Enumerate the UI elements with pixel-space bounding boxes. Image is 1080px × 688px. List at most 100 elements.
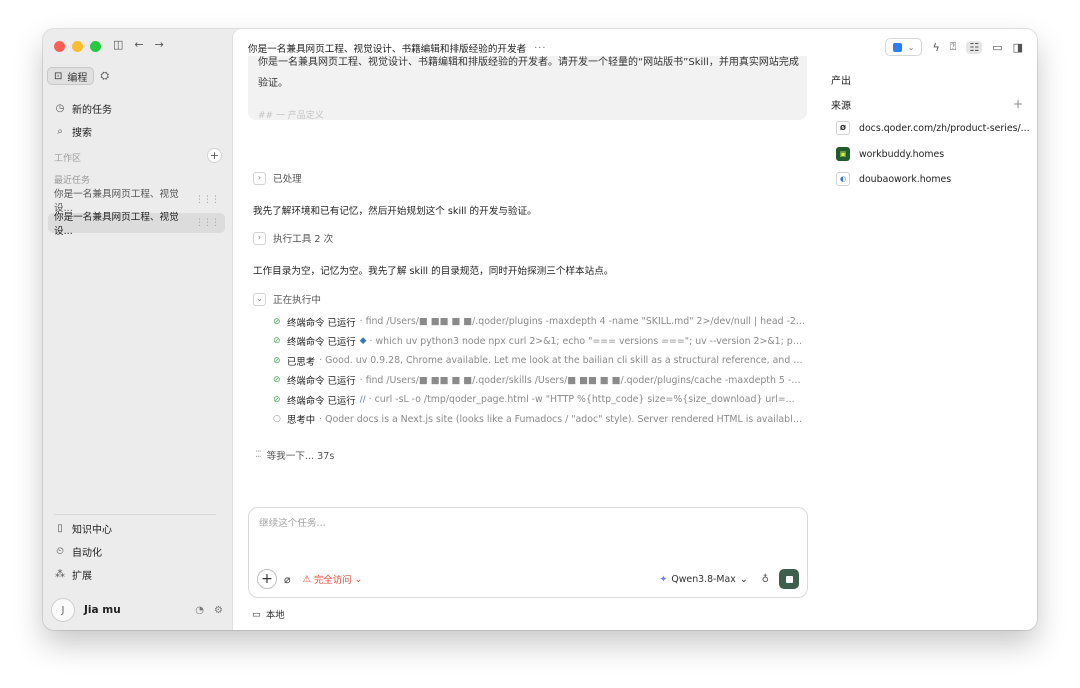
composer-toolbar: + ⌀ ⚠ 完全访问 ⌄ ✦ Qwen3.8-Max ⌄ ♁ (257, 568, 799, 590)
log-row[interactable]: ⊘ 已思考 · Good. uv 0.9.28, Chrome availabl… (273, 351, 805, 371)
settings-icon[interactable]: ⚙ (214, 605, 223, 616)
panel-bottom-icon[interactable]: ▭ (992, 41, 1002, 54)
search-button[interactable]: ⌕ 搜索 (54, 124, 92, 139)
new-task-button[interactable]: ◷ 新的任务 (54, 101, 112, 116)
help-icon[interactable]: ⍰ (950, 40, 957, 54)
running-step[interactable]: ⌄ 正在执行中 (253, 292, 321, 306)
environment-label: 本地 (265, 610, 285, 621)
waiting-indicator: ⁚⁚⁚ 等我一下... 37s (255, 448, 334, 462)
qoder-favicon-icon: Ø (836, 121, 850, 135)
log-row[interactable]: ⊘ 终端命令 已运行 · find /Users/■ ■■ ■ ■/.qoder… (273, 312, 805, 332)
log-row[interactable]: ⊘ 终端命令 已运行 ◆ · which uv python3 node npx… (273, 332, 805, 352)
log-row-label: 已思考 (287, 356, 316, 368)
extensions-icon: ⁂ (55, 569, 65, 580)
stop-button[interactable] (779, 569, 799, 589)
access-mode-label: 完全访问 (314, 575, 352, 586)
check-circle-icon: ⊘ (273, 336, 281, 347)
list-icon[interactable]: ☷ (966, 40, 983, 54)
log-row[interactable]: ⊘ 终端命令 已运行 // · curl -sL -o /tmp/qoder_p… (273, 390, 805, 410)
workspace-section-label: 工作区 (54, 154, 82, 164)
source-item[interactable]: Ø docs.qoder.com/zh/product-series/... (836, 121, 1030, 135)
panel-right-icon[interactable]: ◨ (1013, 41, 1023, 54)
sidebar-toggle-icon[interactable]: ◫ (113, 38, 123, 51)
add-workspace-button[interactable]: + (207, 148, 222, 163)
automation-icon: ⏲ (56, 546, 64, 557)
attach-icon[interactable]: ⌀ (284, 573, 291, 586)
warning-icon: ⚠ (302, 573, 312, 585)
check-circle-icon: ⊘ (273, 316, 281, 327)
chevron-down-icon: ⌄ (354, 573, 363, 585)
model-selector[interactable]: ✦ Qwen3.8-Max ⌄ (660, 574, 748, 585)
forward-arrow-icon[interactable]: → (155, 38, 164, 51)
assistant-message: 工作目录为空，记忆为空。我先了解 skill 的目录规范，同时开始探测三个样本站… (253, 266, 614, 277)
book-icon: ▯ (57, 523, 63, 534)
log-row-command: · curl -sL -o /tmp/qoder_page.html -w "H… (368, 394, 795, 406)
model-label: Qwen3.8-Max (671, 573, 736, 585)
close-window-button[interactable] (54, 41, 65, 52)
assistant-message: 我先了解环境和已有记忆，然后开始规划这个 skill 的开发与验证。 (253, 206, 537, 217)
composer-input[interactable] (259, 518, 659, 529)
user-prompt-bubble: 你是一名兼具网页工程、视觉设计、书籍编辑和排版经验的开发者。请开发一个轻量的“网… (248, 56, 807, 120)
log-row-label: 终端命令 已运行 (287, 376, 356, 388)
chevron-down-icon: ⌄ (253, 292, 266, 306)
add-source-button[interactable]: + (1013, 97, 1023, 111)
drag-handle-icon[interactable]: ⋮⋮⋮ (195, 218, 220, 228)
log-row[interactable]: ○ 思考中 · Qoder docs is a Next.js site (lo… (273, 410, 805, 430)
prompt-faded-heading: ## 一 产品定义 (258, 111, 324, 120)
prompt-text-line: 验证。 (258, 78, 288, 89)
log-row-command: · find /Users/■ ■■ ■ ■/.qoder/skills /Us… (359, 374, 805, 386)
log-row[interactable]: ⊘ 终端命令 已运行 · find /Users/■ ■■ ■ ■/.qoder… (273, 371, 805, 391)
processed-step[interactable]: › 已处理 (253, 171, 302, 185)
minimize-window-button[interactable] (72, 41, 83, 52)
source-name: doubaowork.homes (859, 173, 952, 185)
python-icon: ◆ (359, 336, 367, 347)
log-row-label: 终端命令 已运行 (287, 317, 356, 329)
extensions-label: 扩展 (72, 571, 92, 582)
prompt-text-line: 你是一名兼具网页工程、视觉设计、书籍编辑和排版经验的开发者。请开发一个轻量的“网… (258, 57, 799, 68)
recent-task-item-active[interactable]: 你是一名兼具网页工程、视觉设... ⋮⋮⋮ (48, 212, 225, 237)
tools-run-label: 执行工具 2 次 (273, 234, 334, 245)
automation-button[interactable]: ⏲ 自动化 (54, 544, 102, 559)
stop-icon (785, 575, 793, 583)
add-button[interactable]: + (257, 569, 277, 589)
mode-switcher: ⊡ 编程 ⛭ (47, 67, 109, 85)
sources-section-title: 来源 (831, 101, 851, 112)
log-row-command: · Good. uv 0.9.28, Chrome available. Let… (319, 355, 805, 367)
titlebar-nav: ◫ ← → (113, 38, 164, 51)
mic-icon[interactable]: ♁ (762, 574, 769, 585)
clock-icon: ◷ (55, 103, 65, 114)
user-profile[interactable]: J Jia mu ◔ ⚙ (51, 598, 223, 622)
bolt-icon[interactable]: ϟ (932, 41, 939, 54)
tab-coding[interactable]: ⊡ 编程 (47, 67, 95, 85)
ide-app-icon (892, 42, 902, 52)
log-row-command: · which uv python3 node npx curl 2>&1; e… (369, 335, 805, 347)
app-window: ◫ ← → ⊡ 编程 ⛭ ◷ 新的任务 ⌕ 搜索 工作区 + 最近任务 你是一名… (43, 29, 1037, 630)
check-circle-icon: ⊘ (273, 375, 281, 386)
recent-task-title: 你是一名兼具网页工程、视觉设... (54, 212, 179, 237)
source-item[interactable]: ▣ workbuddy.homes (836, 147, 944, 161)
chevron-right-icon: › (253, 231, 266, 245)
curl-icon: // (359, 394, 366, 405)
back-arrow-icon[interactable]: ← (134, 38, 143, 51)
knowledge-center-button[interactable]: ▯ 知识中心 (54, 521, 112, 536)
top-right-toolbar: ⌄ ϟ ⍰ ☷ ▭ ◨ (884, 38, 1023, 56)
drag-handle-icon[interactable]: ⋮⋮⋮ (195, 195, 220, 205)
zoom-window-button[interactable] (90, 41, 101, 52)
recent-task-item[interactable]: 你是一名兼具网页工程、视觉设... ⋮⋮⋮ (48, 189, 225, 214)
access-mode-dropdown[interactable]: ⚠ 完全访问 ⌄ (302, 572, 363, 587)
workspace-icon[interactable]: ⛭ (100, 69, 109, 83)
source-name: workbuddy.homes (859, 148, 945, 160)
avatar[interactable]: J (51, 598, 75, 622)
knowledge-label: 知识中心 (72, 525, 112, 536)
tab-coding-label: 编程 (67, 72, 88, 84)
source-item[interactable]: ◐ doubaowork.homes (836, 172, 951, 186)
running-label: 正在执行中 (273, 295, 321, 306)
open-in-ide-dropdown[interactable]: ⌄ (884, 38, 923, 56)
more-options-button[interactable]: ··· (534, 43, 546, 54)
extensions-button[interactable]: ⁂ 扩展 (54, 567, 92, 582)
gauge-icon[interactable]: ◔ (195, 605, 204, 616)
user-name: Jia mu (84, 604, 121, 616)
tools-run-step[interactable]: › 执行工具 2 次 (253, 231, 333, 245)
environment-selector[interactable]: ▭ 本地 (252, 607, 285, 622)
sidebar: ◫ ← → ⊡ 编程 ⛭ ◷ 新的任务 ⌕ 搜索 工作区 + 最近任务 你是一名… (43, 29, 232, 630)
